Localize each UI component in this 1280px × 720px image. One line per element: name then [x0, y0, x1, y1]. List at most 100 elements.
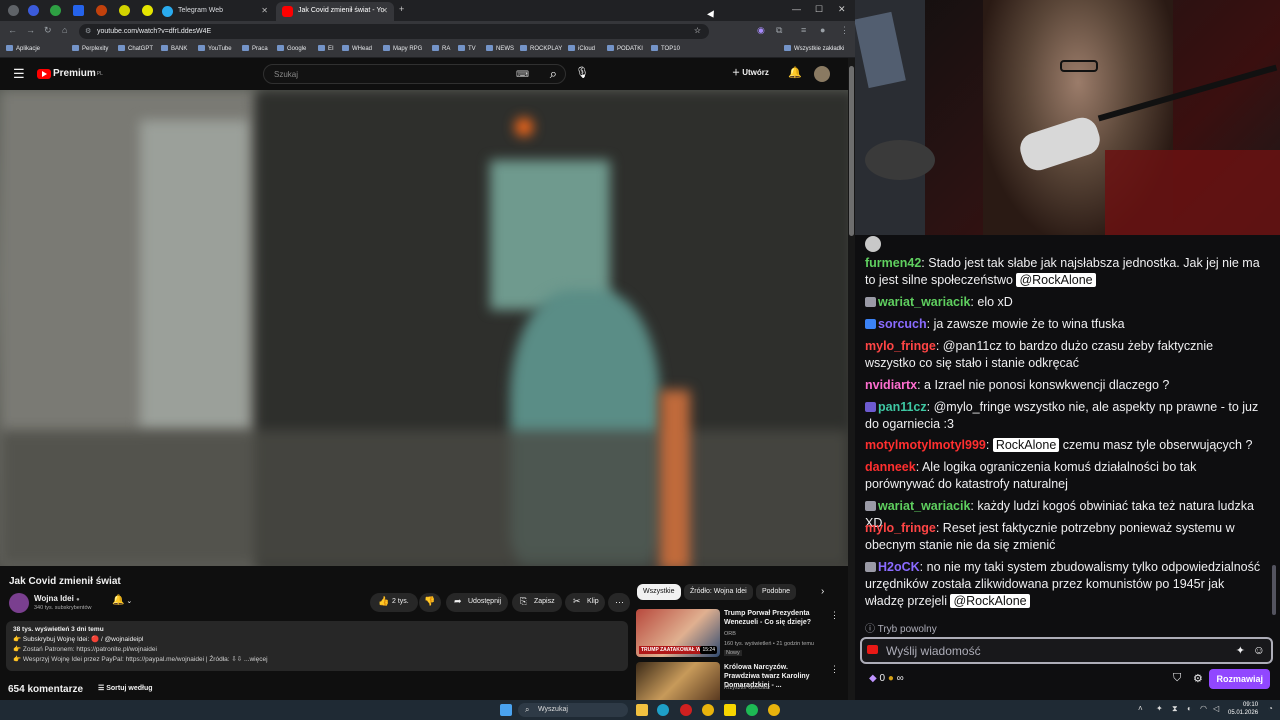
emote-icon[interactable] — [867, 645, 878, 654]
close-window-icon[interactable]: ✕ — [838, 4, 846, 15]
bookmark-item[interactable]: RA — [432, 45, 450, 52]
url-input[interactable]: ⚙ youtube.com/watch?v=dfrLddesW4E ☆ — [79, 24, 709, 39]
related-thumbnail[interactable]: TRUMP ZAATAKOWAŁ WEN 15:24 — [636, 609, 720, 657]
chrome-icon[interactable] — [702, 704, 714, 716]
related-channel[interactable]: Krzysztof Gonciarz — [724, 685, 770, 691]
minimize-icon[interactable]: — — [792, 4, 801, 14]
tab-telegram[interactable]: Telegram Web ✕ — [156, 2, 274, 21]
bookmark-item[interactable]: Google — [277, 45, 306, 52]
bookmark-item[interactable]: BANK — [161, 45, 187, 52]
hamburger-menu-icon[interactable]: ☰ — [13, 66, 25, 82]
forward-icon[interactable]: → — [26, 25, 35, 35]
page-scrollbar[interactable] — [848, 58, 855, 700]
emoji-icon[interactable]: ☺ — [1253, 643, 1265, 657]
chat-username[interactable]: wariat_wariacik — [878, 295, 970, 309]
tab-youtube-active[interactable]: Jak Covid zmienił świat - Yo ✕ — [276, 2, 394, 21]
chip-similar[interactable]: Podobne — [756, 584, 797, 600]
bookmark-item[interactable]: PODATKI — [607, 45, 643, 52]
chip-all[interactable]: Wszystkie — [637, 584, 681, 600]
media-icon[interactable]: ≡ — [801, 25, 806, 35]
new-tab-icon[interactable]: + — [399, 4, 404, 14]
chat-username[interactable]: nvidiartx — [865, 378, 917, 392]
youtube-logo[interactable]: Premium PL — [37, 68, 103, 79]
like-button[interactable]: 👍 2 tys. — [370, 593, 418, 612]
bookmark-item[interactable]: NEWS — [486, 45, 514, 52]
tray-app-icon[interactable]: ⧗ — [1172, 704, 1178, 714]
tab-favicon[interactable] — [28, 5, 39, 16]
channel-name[interactable]: Wojna Idei ● — [34, 594, 80, 603]
sort-comments-button[interactable]: ☰ Sortuj według — [98, 684, 153, 692]
related-more-icon[interactable]: ⋮ — [830, 610, 839, 621]
chat-username[interactable]: pan11cz — [878, 400, 927, 414]
chat-username[interactable]: furmen42 — [865, 256, 921, 270]
chat-username[interactable]: wariat_wariacik — [878, 499, 970, 513]
shield-icon[interactable]: ⛉ — [1173, 672, 1181, 685]
create-button[interactable]: ＋ Utwórz — [732, 67, 769, 78]
bookmark-item[interactable]: Praca — [242, 45, 268, 52]
tab-favicon[interactable] — [50, 5, 61, 16]
search-icon[interactable]: ⌕ — [550, 66, 557, 82]
chat-username[interactable]: motylmotylmotyl999 — [865, 438, 986, 452]
bookmark-item[interactable]: iCloud — [568, 45, 595, 52]
tab-favicon[interactable] — [73, 5, 84, 16]
ai-sparkle-icon[interactable]: ✦ — [1236, 644, 1245, 657]
chat-mention[interactable]: RockAlone — [992, 438, 1060, 452]
chat-message-input[interactable]: Wyślij wiadomość ✦ ☺ — [860, 637, 1273, 664]
chat-scrollbar-thumb[interactable] — [1272, 565, 1276, 615]
wifi-icon[interactable]: ◠ — [1200, 704, 1207, 713]
chat-username[interactable]: mylo_fringe — [865, 339, 936, 353]
profile-icon[interactable]: ● — [820, 25, 825, 35]
chat-username[interactable]: danneek — [865, 460, 916, 474]
tab-favicon[interactable] — [119, 5, 130, 16]
related-thumbnail[interactable] — [636, 662, 720, 700]
related-more-icon[interactable]: ⋮ — [830, 664, 839, 675]
account-avatar[interactable] — [814, 66, 830, 82]
tray-chevron-icon[interactable]: ˄ — [1138, 704, 1143, 713]
back-icon[interactable]: ← — [8, 25, 17, 35]
channel-points[interactable]: ◆ 0 ● ∞ — [869, 673, 904, 684]
channel-avatar[interactable] — [9, 593, 29, 613]
notes-icon[interactable] — [724, 704, 736, 716]
maximize-icon[interactable]: ☐ — [815, 4, 823, 15]
bookmark-item[interactable]: TOP10 — [651, 45, 680, 52]
all-bookmarks[interactable]: Wszystkie zakładki — [784, 45, 844, 52]
more-actions-icon[interactable]: ⋯ — [608, 593, 630, 612]
volume-icon[interactable]: ◁ — [1213, 704, 1219, 713]
menu-kebab-icon[interactable]: ⋮ — [840, 25, 849, 36]
dislike-button[interactable]: 👎 — [419, 593, 441, 612]
opera-icon[interactable] — [680, 704, 692, 716]
tray-app-icon[interactable]: ✦ — [1156, 704, 1163, 713]
chat-send-button[interactable]: Rozmawiaj — [1209, 669, 1270, 689]
close-tab-icon[interactable]: ✕ — [261, 6, 268, 15]
related-channel[interactable]: ORB — [724, 631, 736, 637]
spotify-icon[interactable] — [746, 704, 758, 716]
bookmark-item[interactable]: ChatGPT — [118, 45, 153, 52]
file-explorer-icon[interactable] — [636, 704, 648, 716]
search-input[interactable]: Szukaj ⌨ ⌕ — [263, 64, 566, 84]
bookmark-item[interactable]: TV — [458, 45, 476, 52]
chips-next-icon[interactable]: › — [821, 586, 824, 597]
share-button[interactable]: ➦ Udostępnij — [446, 593, 508, 612]
chat-username[interactable]: mylo_fringe — [865, 521, 936, 535]
keyboard-icon[interactable]: ⌨ — [516, 69, 529, 80]
edge-icon[interactable] — [657, 704, 669, 716]
taskbar-search-box[interactable]: ⌕ Wyszukaj — [518, 703, 628, 717]
bookmark-item[interactable]: Aplikacje — [6, 45, 40, 52]
clock[interactable]: 09:10 05.01.2026 — [1228, 701, 1258, 717]
clip-button[interactable]: ✂ Klip — [565, 593, 605, 612]
bookmark-star-icon[interactable]: ☆ — [694, 26, 701, 35]
chat-scrollbar[interactable] — [1272, 240, 1277, 620]
bookmark-item[interactable]: Perplexity — [72, 45, 108, 52]
extensions-puzzle-icon[interactable]: ⧉ — [776, 25, 782, 36]
bookmark-item[interactable]: WHead — [342, 45, 372, 52]
video-description[interactable]: 38 tys. wyświetleń 3 dni temu 👉 Subskryb… — [6, 621, 628, 671]
settings-gear-icon[interactable]: ⚙ — [1193, 672, 1203, 685]
tab-search-icon[interactable] — [8, 5, 19, 16]
reload-icon[interactable]: ↻ — [44, 25, 52, 36]
microphone-icon[interactable]: 🎙 — [574, 66, 590, 82]
close-tab-icon[interactable]: ✕ — [381, 6, 388, 15]
chat-username[interactable]: sorcuch — [878, 317, 927, 331]
bookmark-item[interactable]: EI — [318, 45, 334, 52]
tab-favicon[interactable] — [142, 5, 153, 16]
scrollbar-thumb[interactable] — [849, 66, 854, 236]
